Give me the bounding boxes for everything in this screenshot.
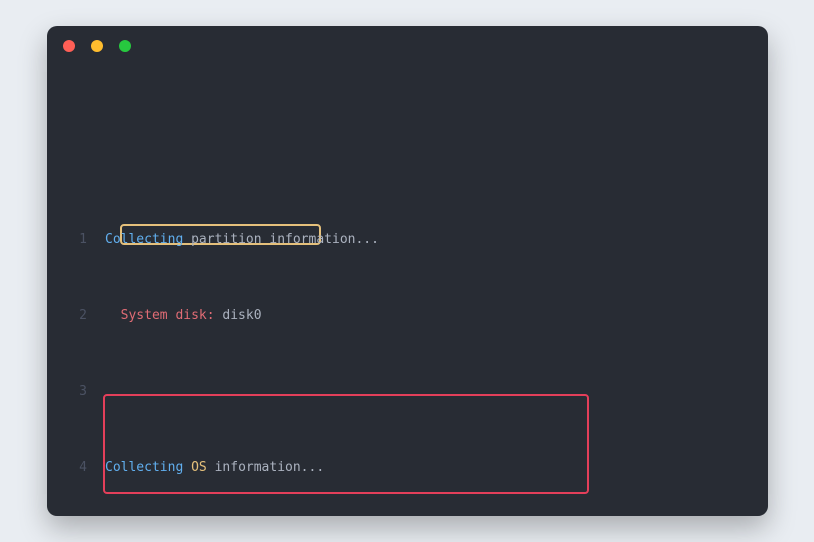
code-line: 4 Collecting OS information... <box>47 458 768 477</box>
code-line: 3 <box>47 382 768 401</box>
code-line: 2 System disk: disk0 <box>47 306 768 325</box>
minimize-icon[interactable] <box>91 40 103 52</box>
token <box>105 308 121 323</box>
highlight-choose-block <box>103 394 589 494</box>
token: disk0 <box>215 308 262 323</box>
token: information... <box>207 460 324 475</box>
token: OS <box>183 460 206 475</box>
token: System disk: <box>121 308 215 323</box>
close-icon[interactable] <box>63 40 75 52</box>
token: Collecting <box>105 232 183 247</box>
code-area: 1 Collecting partition information... 2 … <box>47 70 768 516</box>
terminal-window: 1 Collecting partition information... 2 … <box>47 26 768 516</box>
code-line: 1 Collecting partition information... <box>47 230 768 249</box>
line-number: 2 <box>47 306 105 325</box>
titlebar <box>47 26 768 70</box>
token: partition information... <box>183 232 379 247</box>
zoom-icon[interactable] <box>119 40 131 52</box>
line-number: 1 <box>47 230 105 249</box>
line-number: 4 <box>47 458 105 477</box>
line-number: 3 <box>47 382 105 401</box>
token: Collecting <box>105 460 183 475</box>
